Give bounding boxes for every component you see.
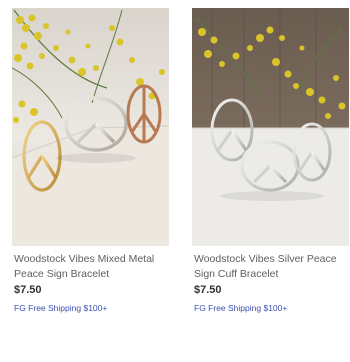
shipping-threshold: $100+ <box>263 303 288 313</box>
product-price: $7.50 <box>14 284 42 296</box>
product-image-link[interactable] <box>12 8 169 246</box>
product-title[interactable]: Woodstock Vibes Silver Peace Sign Cuff B… <box>194 252 349 282</box>
product-image <box>192 8 349 246</box>
shipping-label: FG Free Shipping <box>194 303 262 313</box>
shipping-label: FG Free Shipping <box>14 303 82 313</box>
product-grid: Woodstock Vibes Mixed Metal Peace Sign B… <box>0 0 350 362</box>
product-image-link[interactable] <box>192 8 349 246</box>
shipping-badge: FG Free Shipping $100+ <box>14 303 107 313</box>
shipping-badge: FG Free Shipping $100+ <box>194 303 287 313</box>
product-image <box>12 8 169 246</box>
product-title[interactable]: Woodstock Vibes Mixed Metal Peace Sign B… <box>14 252 169 282</box>
product-price: $7.50 <box>194 284 222 296</box>
shipping-threshold: $100+ <box>83 303 108 313</box>
